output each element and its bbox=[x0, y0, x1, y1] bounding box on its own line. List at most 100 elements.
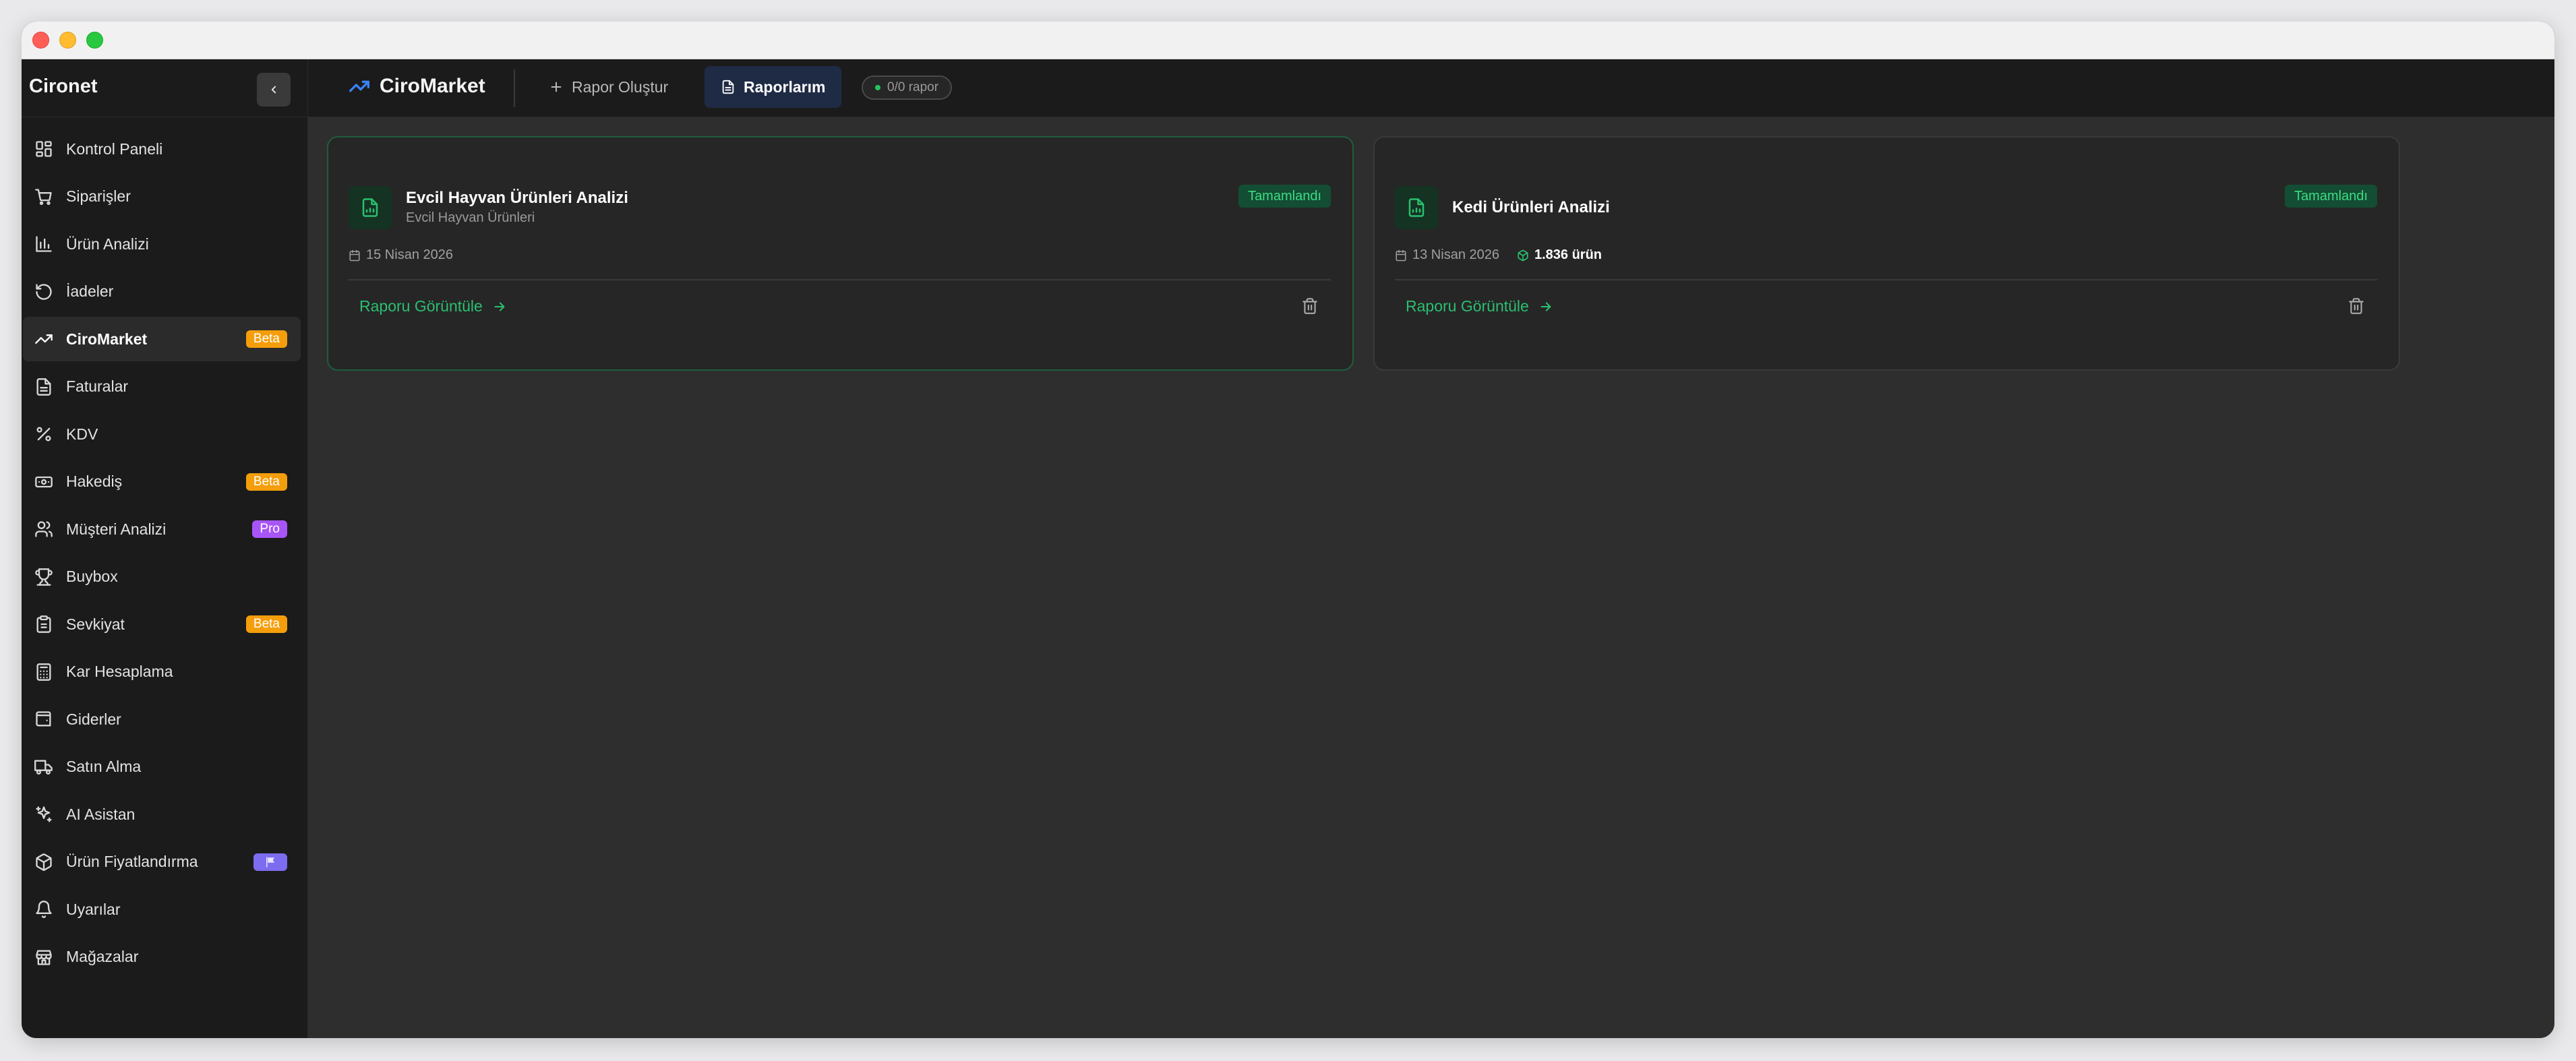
view-report-label: Raporu Görüntüle bbox=[359, 297, 483, 315]
document-icon bbox=[34, 377, 54, 397]
sidebar-item-label: Ürün Analizi bbox=[66, 235, 149, 253]
flag-icon bbox=[266, 857, 274, 867]
sidebar-item-label: İadeler bbox=[66, 282, 114, 300]
pro-badge: Pro bbox=[252, 520, 287, 538]
app-brand: CiroMarket bbox=[349, 75, 485, 98]
box-icon bbox=[34, 852, 54, 872]
delete-report-button[interactable] bbox=[1301, 297, 1320, 316]
sidebar-item-kar-hesaplama[interactable]: Kar Hesaplama bbox=[23, 650, 301, 694]
sidebar-item-musteri-analizi[interactable]: Müşteri Analizi Pro bbox=[23, 507, 301, 551]
sidebar-header: Cironet bbox=[22, 59, 307, 117]
sidebar-item-uyarilar[interactable]: Uyarılar bbox=[23, 887, 301, 932]
report-date: 15 Nisan 2026 bbox=[366, 247, 453, 262]
beta-badge: Beta bbox=[245, 615, 287, 633]
trophy-icon bbox=[34, 567, 54, 587]
sidebar-item-label: CiroMarket bbox=[66, 330, 148, 348]
bar-chart-icon bbox=[34, 234, 54, 254]
sidebar-item-hakedis[interactable]: Hakediş Beta bbox=[23, 460, 301, 504]
maximize-window-button[interactable] bbox=[86, 32, 103, 49]
divider bbox=[349, 279, 1331, 280]
sidebar-item-label: Uyarılar bbox=[66, 900, 121, 918]
sidebar-item-label: Buybox bbox=[66, 568, 118, 585]
status-badge: Tamamlandı bbox=[2285, 185, 2377, 208]
sidebar-item-buybox[interactable]: Buybox bbox=[23, 555, 301, 599]
calculator-icon bbox=[34, 662, 54, 682]
chevron-left-icon bbox=[271, 86, 276, 94]
calendar-icon bbox=[349, 249, 360, 261]
sidebar-item-faturalar[interactable]: Faturalar bbox=[23, 365, 301, 409]
report-meta: 15 Nisan 2026 bbox=[349, 247, 453, 263]
sidebar-item-label: Mağazalar bbox=[66, 948, 139, 965]
report-count-label: 0/0 rapor bbox=[887, 80, 939, 94]
brand-name: Cironet bbox=[29, 75, 98, 97]
tab-raporlarim[interactable]: Raporlarım bbox=[705, 66, 842, 108]
tab-label: Raporlarım bbox=[744, 78, 826, 96]
layout-grid-icon bbox=[34, 139, 54, 159]
store-icon bbox=[34, 947, 54, 967]
sidebar-item-satin-alma[interactable]: Satın Alma bbox=[23, 745, 301, 789]
sidebar-item-kdv[interactable]: KDV bbox=[23, 412, 301, 456]
report-card[interactable]: Evcil Hayvan Ürünleri Analizi Evcil Hayv… bbox=[327, 136, 1354, 371]
sidebar-item-sevkiyat[interactable]: Sevkiyat Beta bbox=[23, 602, 301, 646]
trash-icon bbox=[1302, 298, 1317, 314]
sidebar-nav: Kontrol Paneli Siparişler Ürün Analizi İ… bbox=[22, 127, 307, 982]
sidebar-item-label: Müşteri Analizi bbox=[66, 520, 167, 538]
delete-report-button[interactable] bbox=[2347, 297, 2366, 316]
truck-icon bbox=[34, 757, 54, 777]
document-icon bbox=[722, 80, 734, 94]
tab-rapor-olustur[interactable]: Rapor Oluştur bbox=[533, 66, 684, 108]
title-bar bbox=[22, 22, 2554, 59]
report-title: Evcil Hayvan Ürünleri Analizi bbox=[406, 189, 628, 207]
view-report-link[interactable]: Raporu Görüntüle bbox=[359, 297, 507, 315]
arrow-right-icon bbox=[1540, 301, 1551, 311]
sidebar-item-urun-analizi[interactable]: Ürün Analizi bbox=[23, 222, 301, 266]
sidebar-item-label: Satın Alma bbox=[66, 758, 142, 775]
sidebar-item-siparisler[interactable]: Siparişler bbox=[23, 175, 301, 219]
trending-up-icon bbox=[34, 329, 54, 349]
app-brand-label: CiroMarket bbox=[380, 75, 485, 97]
collapse-sidebar-button[interactable] bbox=[257, 73, 291, 107]
main-content: Evcil Hayvan Ürünleri Analizi Evcil Hayv… bbox=[308, 117, 2554, 1038]
percent-icon bbox=[34, 424, 54, 444]
plus-icon bbox=[551, 82, 562, 92]
report-subtitle: Evcil Hayvan Ürünleri bbox=[406, 210, 535, 225]
calendar-icon bbox=[1396, 249, 1406, 261]
status-dot bbox=[875, 85, 880, 90]
sidebar-item-urun-fiyatlandirma[interactable]: Ürün Fiyatlandırma bbox=[23, 840, 301, 884]
sidebar-item-kontrol-paneli[interactable]: Kontrol Paneli bbox=[23, 127, 301, 171]
sidebar-item-magazalar[interactable]: Mağazalar bbox=[23, 935, 301, 979]
report-meta: 13 Nisan 2026 1.836 ürün bbox=[1395, 247, 1602, 263]
sidebar-item-label: Sevkiyat bbox=[66, 615, 125, 633]
sidebar-item-label: Hakediş bbox=[66, 473, 123, 490]
report-card[interactable]: Kedi Ürünleri Analizi Tamamlandı 13 Nisa… bbox=[1373, 136, 2400, 371]
sidebar-item-ciromarket[interactable]: CiroMarket Beta bbox=[23, 317, 301, 361]
sidebar-item-label: Kar Hesaplama bbox=[66, 663, 173, 680]
tab-label: Rapor Oluştur bbox=[572, 78, 669, 96]
wallet-icon bbox=[34, 709, 54, 729]
divider bbox=[514, 69, 515, 107]
minimize-window-button[interactable] bbox=[59, 32, 76, 49]
banknote-icon bbox=[34, 472, 54, 492]
file-chart-icon bbox=[1395, 186, 1438, 229]
sidebar-item-label: Giderler bbox=[66, 710, 121, 728]
sidebar-item-label: Ürün Fiyatlandırma bbox=[66, 853, 198, 870]
view-report-label: Raporu Görüntüle bbox=[1406, 297, 1529, 315]
report-title: Kedi Ürünleri Analizi bbox=[1452, 198, 1610, 216]
view-report-link[interactable]: Raporu Görüntüle bbox=[1406, 297, 1553, 315]
beta-badge: Beta bbox=[245, 330, 287, 348]
divider bbox=[1395, 279, 2377, 280]
bell-icon bbox=[34, 899, 54, 919]
sparkles-icon bbox=[34, 804, 54, 824]
report-date: 13 Nisan 2026 bbox=[1412, 247, 1499, 262]
sidebar-item-giderler[interactable]: Giderler bbox=[23, 697, 301, 741]
sidebar-item-iadeler[interactable]: İadeler bbox=[23, 270, 301, 314]
file-chart-icon bbox=[349, 186, 392, 229]
product-count: 1.836 ürün bbox=[1534, 247, 1602, 262]
close-window-button[interactable] bbox=[32, 32, 49, 49]
sidebar: Cironet Kontrol Paneli Siparişler Ürün A… bbox=[22, 59, 308, 1038]
sidebar-item-label: AI Asistan bbox=[66, 805, 136, 823]
users-icon bbox=[34, 519, 54, 539]
trash-icon bbox=[2349, 298, 2364, 314]
sidebar-item-ai-asistan[interactable]: AI Asistan bbox=[23, 792, 301, 837]
app-window: Cironet Kontrol Paneli Siparişler Ürün A… bbox=[22, 22, 2554, 1038]
